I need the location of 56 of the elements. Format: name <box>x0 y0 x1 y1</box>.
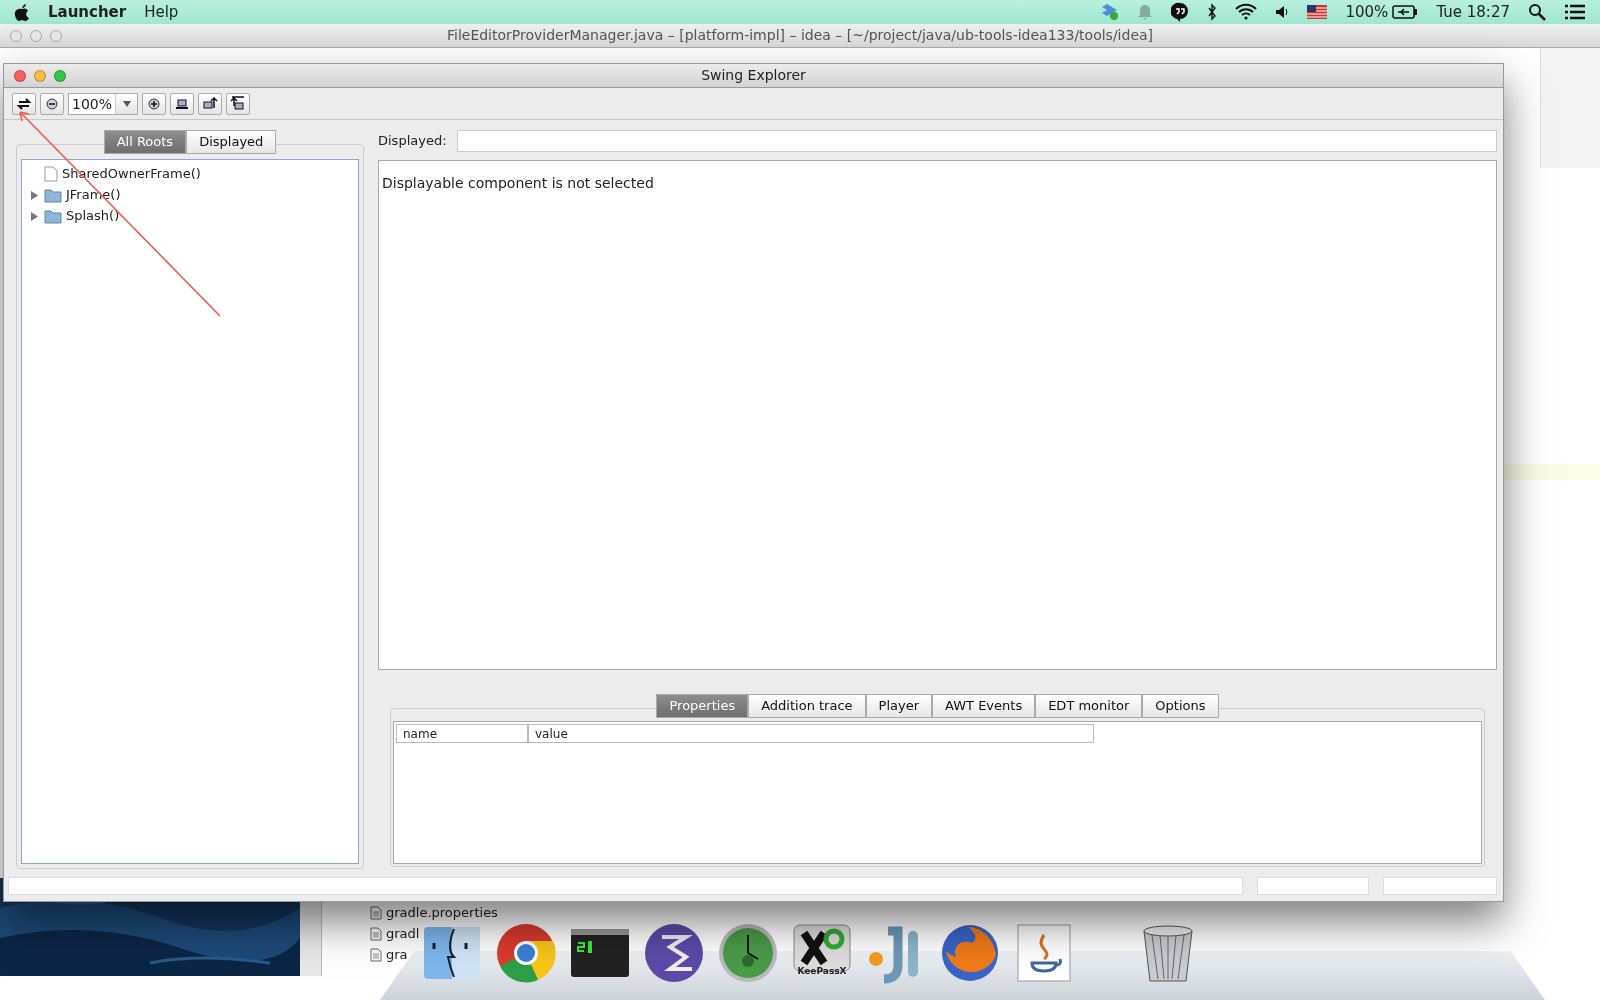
apple-icon[interactable] <box>14 3 30 21</box>
bluetooth-icon[interactable] <box>1207 3 1218 21</box>
clock[interactable]: Tue 18:27 <box>1436 0 1510 24</box>
flag-icon[interactable] <box>1307 5 1328 19</box>
chat-icon[interactable] <box>1171 2 1190 22</box>
list-icon[interactable] <box>1564 3 1586 21</box>
file-name[interactable]: gradl <box>386 923 420 944</box>
window-title: FileEditorProviderManager.java – [platform-impl] – idea – [~/project/java/ub-tools-idea133/tools/idea] <box>446 26 1154 45</box>
dropdown-button[interactable] <box>115 93 138 114</box>
column-header[interactable]: name <box>396 723 528 743</box>
tree-item[interactable]: Splash() <box>66 206 120 226</box>
file-icon <box>370 947 382 962</box>
zoom-out-button[interactable] <box>40 92 64 115</box>
tab[interactable]: All Roots <box>103 130 187 154</box>
expand-arrow-icon[interactable] <box>30 190 38 200</box>
monitor-top-button[interactable] <box>226 92 251 115</box>
battery-icon[interactable] <box>1392 5 1419 19</box>
file-icon <box>370 926 382 941</box>
expand-arrow-icon[interactable] <box>30 211 38 221</box>
tab[interactable]: AWT Events <box>932 694 1036 718</box>
refresh-icon <box>16 95 32 112</box>
folder-icon <box>44 208 62 224</box>
speaker-icon[interactable] <box>1275 3 1290 21</box>
zoom-in-icon <box>146 95 163 112</box>
file-name[interactable]: gra <box>386 944 408 965</box>
monitor-up-icon <box>202 95 219 112</box>
displayed-field[interactable] <box>456 130 1497 152</box>
tab[interactable]: EDT monitor <box>1035 694 1143 718</box>
zoom-value: 100% <box>71 94 114 114</box>
search-icon[interactable] <box>1528 3 1546 21</box>
tab[interactable]: Addition trace <box>748 694 866 718</box>
wifi-icon[interactable] <box>1235 3 1258 21</box>
zoom-in-button[interactable] <box>142 92 167 115</box>
monitor-up-button[interactable] <box>198 92 223 115</box>
tab[interactable]: Player <box>865 694 933 718</box>
menu-item[interactable]: Help <box>144 0 179 24</box>
tab[interactable]: Options <box>1142 694 1219 718</box>
caret-icon <box>122 100 131 107</box>
file-icon <box>370 905 382 920</box>
battery-percent: 100% <box>1345 1 1389 23</box>
monitor-top-icon <box>230 95 247 112</box>
window-title: Swing Explorer <box>701 66 806 85</box>
tab[interactable]: Properties <box>656 694 749 718</box>
zoom-out-icon <box>44 95 60 112</box>
folder-icon <box>44 187 62 203</box>
zoom-combo[interactable]: 100% <box>68 92 139 115</box>
field-label: Displayed: <box>378 132 447 151</box>
empty-message: Displayable component is not selected <box>382 175 654 191</box>
refresh-button[interactable] <box>12 92 36 115</box>
app-menu[interactable]: Launcher <box>48 0 127 24</box>
app-label: KeePassX <box>796 965 848 978</box>
tab[interactable]: Displayed <box>186 130 277 154</box>
file-icon <box>44 166 58 182</box>
monitor-button[interactable] <box>170 92 195 115</box>
column-header[interactable]: value <box>528 723 1094 743</box>
file-name[interactable]: gradle.properties <box>386 902 498 923</box>
